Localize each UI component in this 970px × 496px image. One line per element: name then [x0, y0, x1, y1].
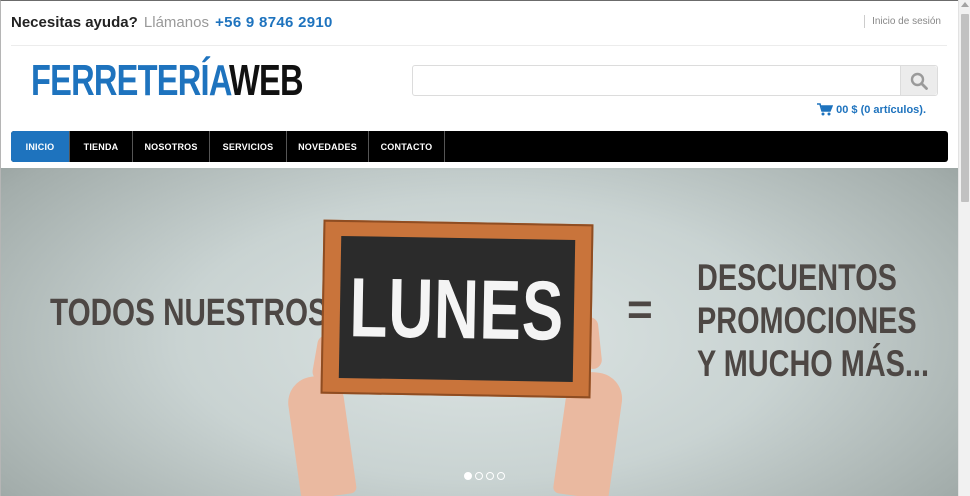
nav-item-tienda[interactable]: TIENDA [70, 131, 133, 162]
nav-item-contacto[interactable]: CONTACTO [369, 131, 445, 162]
slider-pagination [464, 472, 505, 480]
chalkboard-surface: LUNES [338, 235, 576, 383]
slider-dot[interactable] [486, 472, 494, 480]
cart-icon [817, 103, 834, 116]
nav-item-nosotros[interactable]: NOSOTROS [133, 131, 210, 162]
search-button[interactable] [900, 66, 937, 95]
slider-dot[interactable] [464, 472, 472, 480]
phone-number[interactable]: +56 9 8746 2910 [215, 14, 333, 31]
hero-equals: = [627, 285, 653, 334]
call-text: Llámanos [143, 14, 209, 31]
main-nav: INICIO TIENDA NOSOTROS SERVICIOS NOVEDAD… [11, 131, 948, 162]
vertical-scrollbar[interactable] [958, 0, 970, 496]
search-icon [910, 72, 928, 90]
hero-slider[interactable]: TODOS NUESTROS LUNES = DESCUENTOS PROMOC… [1, 168, 959, 496]
slider-dot[interactable] [497, 472, 505, 480]
hero-line-descuentos: DESCUENTOS [697, 257, 897, 298]
hero-left-text: TODOS NUESTROS [50, 292, 328, 334]
search-box [412, 65, 938, 96]
nav-item-novedades[interactable]: NOVEDADES [287, 131, 369, 162]
help-text: Necesitas ayuda? [11, 14, 138, 31]
site-logo[interactable]: FERRETERÍAWEB [31, 58, 329, 104]
hero-line-promociones: PROMOCIONES [697, 300, 917, 341]
help-contact: Necesitas ayuda? Llámanos +56 9 8746 291… [11, 14, 333, 31]
login-link[interactable]: Inicio de sesión [864, 15, 941, 28]
search-input[interactable] [413, 66, 901, 95]
slider-dot[interactable] [475, 472, 483, 480]
top-bar: Necesitas ayuda? Llámanos +56 9 8746 291… [11, 14, 947, 34]
logo-part-web: WEB [229, 56, 303, 105]
scroll-up-arrow-icon[interactable] [961, 2, 969, 7]
cart-link[interactable]: 00 $ (0 artículos). [817, 103, 926, 116]
hero-line-mucho-mas: Y MUCHO MÁS... [697, 343, 929, 384]
chalkboard: LUNES [320, 219, 594, 399]
nav-item-servicios[interactable]: SERVICIOS [210, 131, 287, 162]
hero-right-text: DESCUENTOS PROMOCIONES Y MUCHO MÁS... [697, 256, 929, 385]
nav-item-inicio[interactable]: INICIO [11, 131, 70, 162]
chalkboard-text: LUNES [349, 260, 566, 358]
top-divider [11, 45, 947, 46]
logo-part-ferreteria: FERRETERÍA [31, 56, 232, 105]
scroll-thumb[interactable] [961, 14, 969, 202]
page: Necesitas ayuda? Llámanos +56 9 8746 291… [0, 0, 959, 496]
cart-summary: 00 $ (0 artículos). [836, 103, 926, 116]
